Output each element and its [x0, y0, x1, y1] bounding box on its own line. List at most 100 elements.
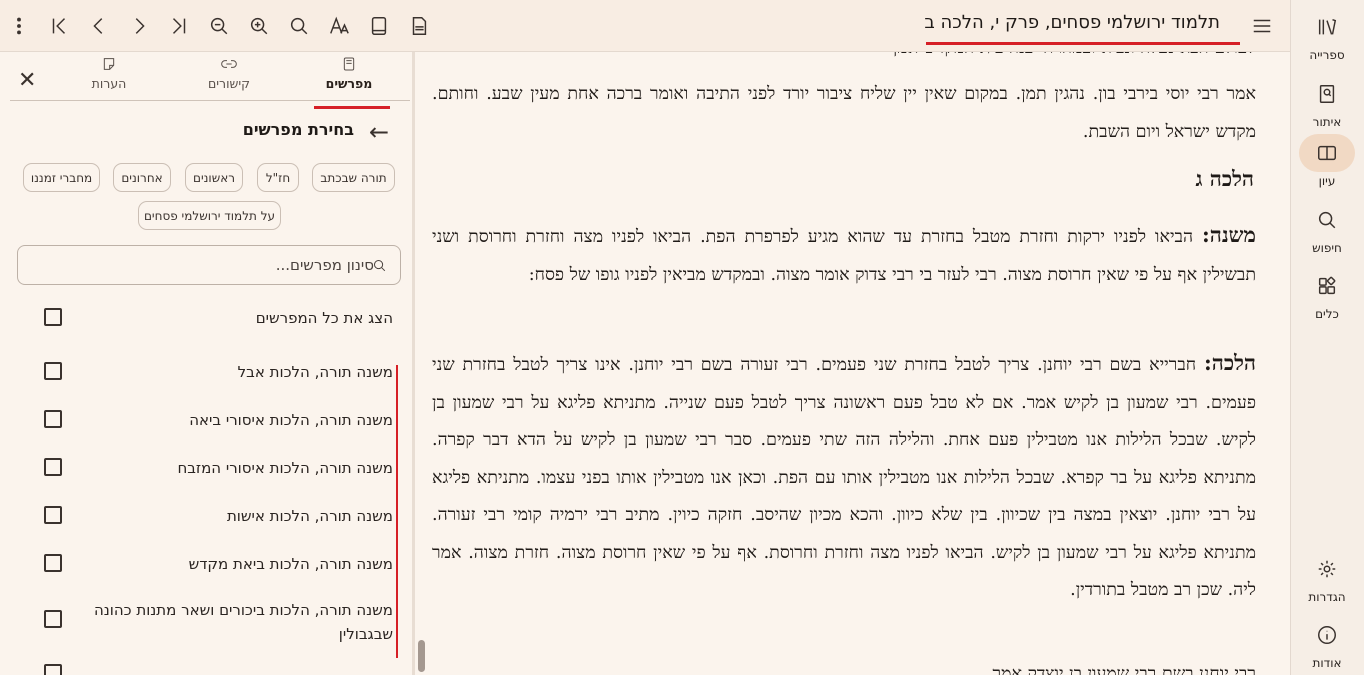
export-pdf-button[interactable]: [403, 10, 435, 42]
list-item-label: משנה תורה, הלכות איסורי המזבח: [177, 459, 393, 477]
previous-button[interactable]: [83, 10, 115, 42]
rail-label-search: חיפוש: [1312, 241, 1342, 255]
vertical-dots-icon: [17, 17, 21, 35]
tab-links[interactable]: קישורים: [174, 56, 284, 98]
gear-icon: [1299, 550, 1355, 588]
chip-modern[interactable]: מחברי זמננו: [23, 163, 100, 192]
hamburger-menu-button[interactable]: [1246, 10, 1278, 42]
book-icon: [343, 57, 355, 71]
navigation-rail: ספרייה איתור עיון חיפוש כלים הגדרות אודו…: [1290, 0, 1364, 675]
rail-item-library[interactable]: ספרייה: [1290, 8, 1364, 68]
rail-item-about[interactable]: אודות: [1290, 616, 1364, 675]
rail-label-library: ספרייה: [1309, 48, 1345, 62]
list-item-checkbox[interactable]: [44, 410, 62, 428]
panel-splitter[interactable]: [412, 52, 415, 675]
zoom-out-button[interactable]: [203, 10, 235, 42]
tab-label-commentaries: מפרשים: [325, 76, 373, 91]
text-viewer[interactable]: לעולם הבא נעלה ונביא ובמהרה יבנה בית המק…: [418, 52, 1286, 675]
hamburger-icon: [1253, 19, 1271, 33]
list-item-label: משנה תורה, הלכות אבל: [237, 363, 393, 381]
list-item-checkbox[interactable]: [44, 664, 62, 675]
chip-rishonim[interactable]: ראשונים: [185, 163, 243, 192]
rail-item-locate[interactable]: איתור: [1290, 75, 1364, 135]
search-icon: [1299, 201, 1355, 239]
rail-label-about: אודות: [1312, 656, 1342, 670]
tab-label-notes: הערות: [91, 76, 127, 91]
tab-commentaries[interactable]: מפרשים: [294, 56, 404, 98]
halakha-label: הלכה:: [1203, 350, 1256, 375]
rail-item-tools[interactable]: כלים: [1290, 267, 1364, 327]
link-icon: [221, 60, 237, 68]
book-icon: [371, 17, 387, 35]
rail-item-study[interactable]: עיון: [1290, 134, 1364, 194]
list-item-checkbox[interactable]: [44, 362, 62, 380]
rail-label-locate: איתור: [1312, 115, 1342, 129]
book-search-icon: [1299, 75, 1355, 113]
zoom-in-button[interactable]: [243, 10, 275, 42]
mishnah-label: משנה:: [1202, 222, 1256, 247]
rail-label-tools: כלים: [1315, 307, 1339, 321]
panel-tabs: מפרשים קישורים הערות: [10, 52, 410, 101]
filter-input[interactable]: [54, 254, 374, 276]
search-icon: [372, 258, 387, 277]
document-title[interactable]: תלמוד ירושלמי פסחים, פרק י, הלכה ב: [924, 12, 1220, 33]
last-page-icon: [172, 18, 186, 34]
title-underline: [926, 42, 1240, 45]
list-item-label: משנה תורה, הלכות איסורי ביאה: [189, 411, 393, 429]
search-in-text-button[interactable]: [283, 10, 315, 42]
list-item-label: משנה תורה, הלכות ביכורים ושאר מתנות כהונ…: [93, 601, 393, 643]
more-menu-button[interactable]: [3, 10, 35, 42]
text-paragraph: לעולם הבא נעלה ונביא ובמהרה יבנה בית המק…: [432, 52, 1256, 60]
first-page-button[interactable]: [43, 10, 75, 42]
search-icon: [290, 17, 308, 35]
halakha-paragraph: הלכה: חברייא בשם רבי יוחנן. צריך לטבל בח…: [432, 344, 1256, 610]
chip-on-text[interactable]: על תלמוד ירושלמי פסחים: [138, 201, 281, 230]
mishnah-text: הביאו לפניו ירקות וחזרת מטבל בחזרת עד שה…: [432, 227, 1256, 285]
chip-chazal[interactable]: חז"ל: [257, 163, 299, 192]
rail-label-settings: הגדרות: [1308, 590, 1346, 604]
list-item-checkbox[interactable]: [44, 554, 62, 572]
selection-title: בחירת מפרשים: [242, 120, 354, 139]
rail-item-search[interactable]: חיפוש: [1290, 201, 1364, 261]
halakha-text: חברייא בשם רבי יוחנן. צריך לטבל בחזרת שנ…: [432, 355, 1256, 600]
mishnah-paragraph: משנה: הביאו לפניו ירקות וחזרת מטבל בחזרת…: [432, 216, 1256, 294]
show-all-checkbox[interactable]: [44, 308, 62, 326]
list-item-checkbox[interactable]: [44, 458, 62, 476]
first-page-icon: [52, 18, 66, 34]
font-settings-button[interactable]: [323, 10, 355, 42]
app-window: ספרייה איתור עיון חיפוש כלים הגדרות אודו…: [0, 0, 1364, 675]
list-item-checkbox[interactable]: [44, 506, 62, 524]
library-icon: [1299, 8, 1355, 46]
tab-label-links: קישורים: [207, 76, 251, 91]
selection-indicator: [396, 365, 398, 658]
filter-field[interactable]: [17, 245, 401, 285]
font-size-icon: [330, 16, 349, 34]
commentary-panel: ✕ מפרשים קישורים הערות בחירת מפרשים ← תו…: [0, 52, 412, 675]
list-item-label: משנה תורה, הלכות ביאת מקדש: [188, 555, 393, 573]
rail-label-study: עיון: [1318, 174, 1336, 188]
book-view-button[interactable]: [363, 10, 395, 42]
last-page-button[interactable]: [163, 10, 195, 42]
tab-notes[interactable]: הערות: [54, 56, 164, 98]
zoom-in-icon: [250, 17, 268, 35]
open-book-icon: [1299, 134, 1355, 172]
text-paragraph: אמר רבי יוסי בירבי בון. נהגין תמן. במקום…: [432, 84, 1256, 142]
show-all-label: הצג את כל המפרשים: [255, 309, 393, 327]
back-arrow-icon[interactable]: ←: [369, 118, 389, 146]
section-heading: הלכה ג: [1195, 166, 1255, 191]
tab-active-underline: [314, 106, 390, 109]
chip-torah[interactable]: תורה שבכתב: [312, 163, 395, 192]
chevron-right-icon: [135, 18, 145, 34]
list-item-checkbox[interactable]: [44, 610, 62, 628]
next-button[interactable]: [123, 10, 155, 42]
pdf-icon: [412, 17, 427, 35]
chevron-left-icon: [93, 18, 103, 34]
info-icon: [1299, 616, 1355, 654]
text-paragraph: רבי יוחנן בשם רבי שמעון בן יוצדק אמר: [992, 664, 1256, 675]
zoom-out-icon: [210, 17, 228, 35]
list-item-label: משנה תורה, הלכות אישות: [226, 507, 393, 525]
rail-item-settings[interactable]: הגדרות: [1290, 550, 1364, 610]
note-icon: [103, 58, 115, 70]
tools-grid-icon: [1299, 267, 1355, 305]
chip-acharonim[interactable]: אחרונים: [113, 163, 171, 192]
